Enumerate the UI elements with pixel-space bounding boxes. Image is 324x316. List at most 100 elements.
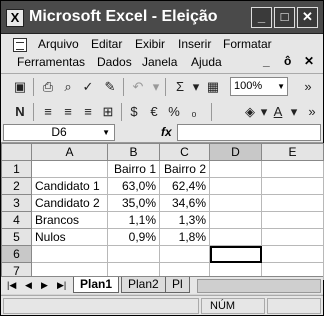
cell[interactable] <box>159 245 210 263</box>
format-painter-icon[interactable]: ✎ <box>101 78 119 96</box>
cell[interactable]: 1,3% <box>159 211 210 229</box>
bold-icon[interactable]: N <box>11 103 29 121</box>
cell[interactable]: 62,4% <box>159 177 210 195</box>
cell[interactable]: Bairro 2 <box>159 160 210 178</box>
name-box[interactable]: D6 ▼ <box>3 124 115 141</box>
row-header[interactable]: 3 <box>1 194 32 212</box>
cell[interactable]: Brancos <box>31 211 108 229</box>
menu-arquivo[interactable]: Arquivo <box>38 37 79 51</box>
cell[interactable] <box>261 177 324 195</box>
tab-plan1[interactable]: Plan1 <box>73 277 120 293</box>
cell[interactable]: Nulos <box>31 228 108 246</box>
row-header[interactable]: 4 <box>1 211 32 229</box>
menu-exibir[interactable]: Exibir <box>135 37 165 51</box>
menu-formatar[interactable]: Formatar <box>223 37 272 51</box>
row-header[interactable]: 2 <box>1 177 32 195</box>
close-button[interactable]: ✕ <box>297 7 318 28</box>
horizontal-scrollbar[interactable] <box>197 279 321 293</box>
formula-input[interactable] <box>177 124 321 141</box>
status-mode <box>3 298 199 314</box>
cell[interactable] <box>261 211 324 229</box>
toolbar-separator <box>33 103 34 121</box>
doc-minimize-button[interactable]: _ <box>263 54 270 68</box>
cell[interactable] <box>209 177 262 195</box>
zoom-select[interactable]: 100% ▼ <box>230 77 288 96</box>
cell[interactable]: 63,0% <box>107 177 160 195</box>
cell[interactable] <box>209 211 262 229</box>
autosum-dropdown-icon[interactable]: ▾ <box>187 78 205 96</box>
spreadsheet-grid: A B C D E 1 Bairro 1 Bairro 2 2 Candidat… <box>1 143 324 280</box>
column-header-a[interactable]: A <box>31 143 108 161</box>
align-right-icon[interactable]: ≡ <box>79 103 97 121</box>
title-bar[interactable]: X Microsoft Excel - Eleição _ □ ✕ <box>1 1 323 34</box>
undo-icon[interactable]: ↶ <box>129 78 147 96</box>
save-icon[interactable]: ▣ <box>11 78 29 96</box>
workbook-icon[interactable] <box>13 38 27 52</box>
help-icon[interactable]: » <box>299 78 317 96</box>
active-cell[interactable] <box>209 245 262 263</box>
cell[interactable] <box>209 160 262 178</box>
row-header[interactable]: 5 <box>1 228 32 246</box>
menu-ajuda[interactable]: Ajuda <box>191 55 222 69</box>
tab-plan3[interactable]: Pl <box>165 277 190 293</box>
cell[interactable] <box>31 245 108 263</box>
cell[interactable] <box>261 160 324 178</box>
cell[interactable] <box>209 194 262 212</box>
more-buttons-icon[interactable]: » <box>303 103 321 121</box>
row-header[interactable]: 6 <box>1 245 32 263</box>
row-header[interactable]: 1 <box>1 160 32 178</box>
column-header-b[interactable]: B <box>107 143 160 161</box>
undo-dropdown-icon[interactable]: ▾ <box>147 78 165 96</box>
preview-icon[interactable]: ⌕ <box>59 78 77 96</box>
excel-app-icon[interactable]: X <box>6 9 24 27</box>
cell[interactable]: 35,0% <box>107 194 160 212</box>
align-left-icon[interactable]: ≡ <box>39 103 57 121</box>
cell[interactable] <box>209 228 262 246</box>
menu-inserir[interactable]: Inserir <box>178 37 211 51</box>
first-sheet-icon[interactable]: |◀ <box>7 280 16 291</box>
maximize-button[interactable]: □ <box>274 7 295 28</box>
merge-center-icon[interactable]: ⊞ <box>99 103 117 121</box>
doc-close-button[interactable]: ✕ <box>304 54 314 68</box>
column-header-d[interactable]: D <box>209 143 262 161</box>
toolbar-separator <box>33 78 34 96</box>
cell[interactable]: Candidato 2 <box>31 194 108 212</box>
cell[interactable] <box>107 245 160 263</box>
fx-icon[interactable]: fx <box>161 125 172 139</box>
percent-icon[interactable]: % <box>165 103 183 121</box>
column-header-e[interactable]: E <box>261 143 324 161</box>
select-all-corner[interactable] <box>1 143 32 161</box>
align-center-icon[interactable]: ≡ <box>59 103 77 121</box>
menu-dados[interactable]: Dados <box>97 55 132 69</box>
menu-bar: Arquivo Editar Exibir Inserir Formatar F… <box>1 34 323 74</box>
print-icon[interactable]: ⎙ <box>39 78 57 96</box>
column-header-c[interactable]: C <box>159 143 210 161</box>
last-sheet-icon[interactable]: ▶| <box>57 280 66 291</box>
thousands-icon[interactable]: ₀ <box>185 103 203 121</box>
cell[interactable]: 0,9% <box>107 228 160 246</box>
cell[interactable] <box>261 228 324 246</box>
cell[interactable]: 1,1% <box>107 211 160 229</box>
menu-ferramentas[interactable]: Ferramentas <box>17 55 85 69</box>
doc-restore-button[interactable]: ô <box>284 54 291 68</box>
cell[interactable]: Candidato 1 <box>31 177 108 195</box>
currency-icon[interactable]: $ <box>125 103 143 121</box>
next-sheet-icon[interactable]: ▶ <box>41 280 48 291</box>
euro-icon[interactable]: € <box>145 103 163 121</box>
cell[interactable] <box>261 245 324 263</box>
cell[interactable] <box>31 160 108 178</box>
font-color-dropdown-icon[interactable]: ▾ <box>285 103 303 121</box>
chart-wizard-icon[interactable]: ▦ <box>204 78 222 96</box>
menu-editar[interactable]: Editar <box>91 37 122 51</box>
cell[interactable]: 1,8% <box>159 228 210 246</box>
prev-sheet-icon[interactable]: ◀ <box>25 280 32 291</box>
minimize-button[interactable]: _ <box>251 7 272 28</box>
spellcheck-icon[interactable]: ✓ <box>79 78 97 96</box>
toolbar-separator <box>211 103 212 121</box>
cell[interactable]: 34,6% <box>159 194 210 212</box>
menu-janela[interactable]: Janela <box>142 55 177 69</box>
cell[interactable] <box>261 194 324 212</box>
excel-window: X Microsoft Excel - Eleição _ □ ✕ Arquiv… <box>0 0 324 316</box>
cell[interactable]: Bairro 1 <box>107 160 160 178</box>
tab-plan2[interactable]: Plan2 <box>121 277 166 293</box>
